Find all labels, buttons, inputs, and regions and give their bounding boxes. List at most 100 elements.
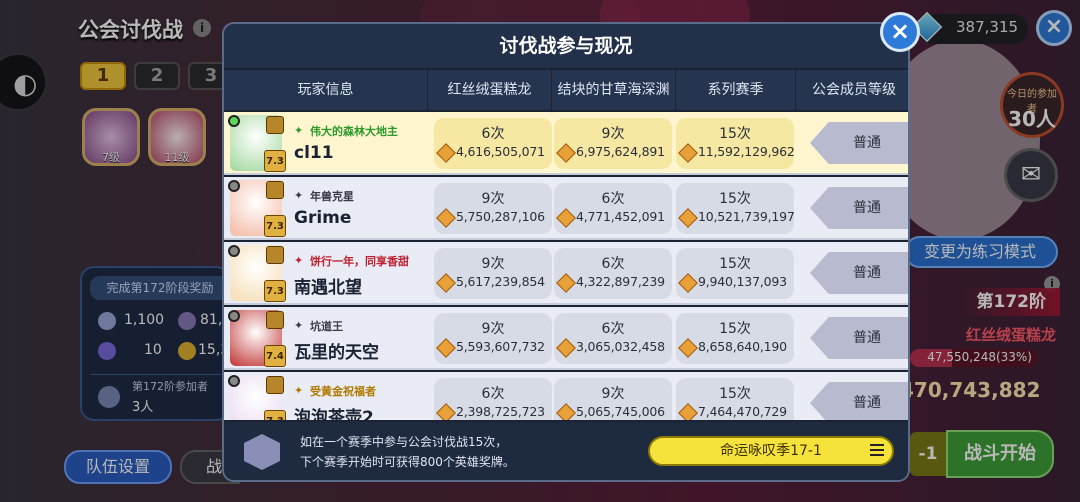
title-icon: ✦ <box>294 189 304 202</box>
attempt-count: 15次 <box>719 321 751 337</box>
attempt-count: 9次 <box>481 191 505 207</box>
participation-status-modal: 讨伐战参与现况 玩家信息 红丝绒蛋糕龙 结块的甘草海深渊 系列赛季 公会成员等级… <box>222 22 910 482</box>
table-row[interactable]: 7.3 ✦ 饼行一年，同享香甜 南遇北望 9次 5,617,239,854 6次… <box>224 242 908 305</box>
player-name: 泡泡茶壶2 <box>294 408 374 420</box>
season-label: 命运咏叹季17-1 <box>720 443 822 459</box>
attempt-count: 6次 <box>601 191 625 207</box>
rank-badge-icon <box>266 376 284 394</box>
score-cell: 15次 9,940,137,093 <box>676 248 794 299</box>
member-rank: 普通 <box>810 317 908 359</box>
score-cell: 6次 2,398,725,723 <box>434 378 552 420</box>
tier-badge: 7.3 <box>264 215 286 237</box>
damage-value: 5,617,239,854 <box>456 274 545 289</box>
score-cell: 9次 5,750,287,106 <box>434 183 552 234</box>
attempt-count: 15次 <box>719 256 751 272</box>
rank-badge-icon <box>266 311 284 329</box>
damage-icon <box>556 208 576 228</box>
attempt-count: 15次 <box>719 386 751 402</box>
title-icon: ✦ <box>294 254 304 267</box>
player-title: 坑道王 <box>310 320 343 333</box>
damage-value: 9,940,137,093 <box>698 274 787 289</box>
rank-badge-icon <box>266 116 284 134</box>
player-name: 南遇北望 <box>294 278 362 298</box>
damage-icon <box>678 143 698 163</box>
table-row[interactable]: 7.3 ✦ 年兽克星 Grime 9次 5,750,287,106 6次 4,7… <box>224 177 908 240</box>
online-status-dot <box>228 115 240 127</box>
online-status-dot <box>228 375 240 387</box>
attempt-count: 6次 <box>601 321 625 337</box>
member-rank: 普通 <box>810 187 908 229</box>
attempt-count: 9次 <box>481 256 505 272</box>
season-select-button[interactable]: 命运咏叹季17-1 <box>648 436 894 466</box>
season-emblem-icon <box>244 434 280 470</box>
member-rank: 普通 <box>810 122 908 164</box>
attempt-count: 9次 <box>481 321 505 337</box>
damage-icon <box>436 403 456 420</box>
column-header: 公会成员等级 <box>796 70 908 110</box>
attempt-count: 6次 <box>601 256 625 272</box>
damage-value: 4,322,897,239 <box>576 274 665 289</box>
damage-icon <box>678 208 698 228</box>
damage-icon <box>436 208 456 228</box>
damage-icon <box>556 403 576 420</box>
score-cell: 6次 4,322,897,239 <box>554 248 672 299</box>
damage-value: 5,750,287,106 <box>456 209 545 224</box>
attempt-count: 6次 <box>481 126 505 142</box>
damage-value: 8,658,640,190 <box>698 339 787 354</box>
rank-badge-icon <box>266 246 284 264</box>
online-status-dot <box>228 310 240 322</box>
footer-line: 下个赛季开始时可获得800个英雄奖牌。 <box>300 455 515 469</box>
participant-list[interactable]: 7.3 ✦ 伟大的森林大地主 cl11 6次 4,616,505,071 9次 … <box>224 112 908 420</box>
column-header: 红丝绒蛋糕龙 <box>428 70 552 110</box>
damage-icon <box>556 338 576 358</box>
member-rank: 普通 <box>810 382 908 420</box>
footer-info: 如在一个赛季中参与公会讨伐战15次， 下个赛季开始时可获得800个英雄奖牌。 <box>300 432 515 472</box>
table-row[interactable]: 7.3 ✦ 伟大的森林大地主 cl11 6次 4,616,505,071 9次 … <box>224 112 908 175</box>
rank-badge-icon <box>266 181 284 199</box>
player-title: 受黄金祝福者 <box>310 385 376 398</box>
member-rank: 普通 <box>810 252 908 294</box>
score-cell: 9次 6,975,624,891 <box>554 118 672 169</box>
attempt-count: 9次 <box>601 386 625 402</box>
modal-title: 讨伐战参与现况 <box>224 24 908 68</box>
title-icon: ✦ <box>294 384 304 397</box>
tier-badge: 7.3 <box>264 410 286 420</box>
score-cell: 6次 4,771,452,091 <box>554 183 672 234</box>
damage-value: 5,593,607,732 <box>456 339 545 354</box>
attempt-count: 15次 <box>719 126 751 142</box>
title-icon: ✦ <box>294 319 304 332</box>
tier-badge: 7.4 <box>264 345 286 367</box>
close-icon[interactable]: × <box>880 12 920 52</box>
table-row[interactable]: 7.4 ✦ 坑道王 瓦里的天空 9次 5,593,607,732 6次 3,06… <box>224 307 908 370</box>
score-cell: 15次 8,658,640,190 <box>676 313 794 364</box>
damage-icon <box>678 273 698 293</box>
score-cell: 6次 3,065,032,458 <box>554 313 672 364</box>
menu-icon <box>870 444 884 456</box>
title-icon: ✦ <box>294 124 304 137</box>
damage-icon <box>556 273 576 293</box>
player-name: cl11 <box>294 143 334 163</box>
tier-badge: 7.3 <box>264 150 286 172</box>
score-cell: 9次 5,593,607,732 <box>434 313 552 364</box>
player-title: 饼行一年，同享香甜 <box>310 255 409 268</box>
damage-icon <box>678 338 698 358</box>
damage-value: 4,771,452,091 <box>576 209 665 224</box>
score-cell: 9次 5,065,745,006 <box>554 378 672 420</box>
footer-line: 如在一个赛季中参与公会讨伐战15次， <box>300 435 508 449</box>
table-row[interactable]: 7.3 ✦ 受黄金祝福者 泡泡茶壶2 6次 2,398,725,723 9次 5… <box>224 372 908 420</box>
player-title: 伟大的森林大地主 <box>310 125 398 138</box>
score-cell: 6次 4,616,505,071 <box>434 118 552 169</box>
column-header: 玩家信息 <box>224 70 428 110</box>
damage-value: 6,975,624,891 <box>576 144 665 159</box>
online-status-dot <box>228 180 240 192</box>
attempt-count: 15次 <box>719 191 751 207</box>
damage-value: 11,592,129,962 <box>698 144 795 159</box>
attempt-count: 6次 <box>481 386 505 402</box>
score-cell: 9次 5,617,239,854 <box>434 248 552 299</box>
tier-badge: 7.3 <box>264 280 286 302</box>
player-name: 瓦里的天空 <box>294 343 379 363</box>
online-status-dot <box>228 245 240 257</box>
modal-footer: 如在一个赛季中参与公会讨伐战15次， 下个赛季开始时可获得800个英雄奖牌。 命… <box>224 422 908 480</box>
column-header: 系列赛季 <box>676 70 796 110</box>
score-cell: 15次 7,464,470,729 <box>676 378 794 420</box>
